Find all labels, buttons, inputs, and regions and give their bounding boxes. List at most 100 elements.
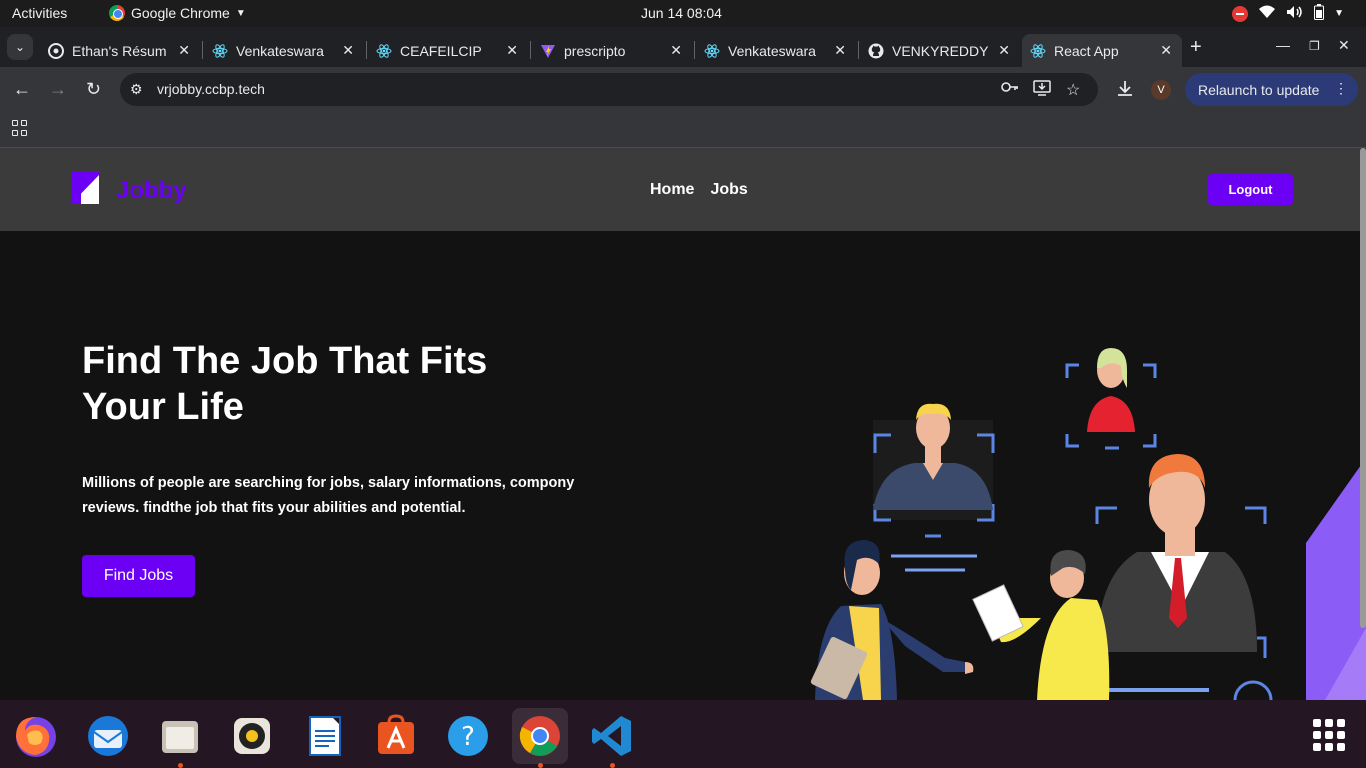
profile-avatar[interactable]: V bbox=[1151, 80, 1171, 100]
logout-button[interactable]: Logout bbox=[1208, 174, 1293, 205]
files-icon bbox=[162, 721, 198, 753]
rhythmbox-launcher[interactable] bbox=[224, 708, 280, 764]
clock[interactable]: Jun 14 08:04 bbox=[641, 5, 722, 21]
writer-launcher[interactable] bbox=[296, 708, 352, 764]
reload-icon[interactable]: ↻ bbox=[86, 79, 101, 100]
vscode-icon bbox=[592, 716, 631, 756]
site-settings-icon[interactable]: ⚙ bbox=[130, 81, 143, 98]
chrome-launcher[interactable] bbox=[512, 708, 568, 768]
tab-title: React App bbox=[1054, 42, 1119, 59]
forward-arrow-icon[interactable]: → bbox=[49, 79, 67, 100]
show-apps-grid-icon[interactable] bbox=[1313, 719, 1345, 751]
tab-title: Ethan's Résum bbox=[72, 42, 167, 59]
site-navbar: Jobby Home Jobs Logout bbox=[0, 148, 1366, 231]
help-icon: ? bbox=[448, 716, 488, 756]
tab-7-active[interactable]: React App ✕ bbox=[1022, 34, 1182, 67]
running-indicator bbox=[610, 763, 615, 768]
url-text[interactable]: vrjobby.ccbp.tech bbox=[157, 81, 265, 97]
react-icon bbox=[704, 43, 720, 59]
close-icon[interactable]: ✕ bbox=[342, 42, 354, 59]
tab-search-button[interactable]: ⌄ bbox=[7, 34, 33, 60]
address-bar[interactable]: ⚙ vrjobby.ccbp.tech ☆ bbox=[120, 73, 1098, 106]
tab-divider bbox=[858, 41, 859, 59]
relaunch-to-update-button[interactable]: Relaunch to update ⋮ bbox=[1185, 73, 1358, 106]
app-menu[interactable]: Google Chrome ▼ bbox=[109, 5, 246, 21]
tab-3[interactable]: CEAFEILCIP ✕ bbox=[368, 34, 528, 67]
tab-title: VENKYREDDY bbox=[892, 42, 989, 59]
install-app-icon[interactable] bbox=[1033, 80, 1051, 100]
maximize-icon[interactable]: ❐ bbox=[1309, 39, 1320, 53]
dock: ? bbox=[0, 700, 1366, 768]
github-icon bbox=[868, 43, 884, 59]
tab-title: Venkateswara bbox=[728, 42, 816, 59]
page-scrollbar[interactable] bbox=[1360, 148, 1366, 628]
tab-title: CEAFEILCIP bbox=[400, 42, 482, 59]
system-tray[interactable]: ▼ bbox=[1232, 4, 1344, 23]
jobby-logo-icon[interactable] bbox=[69, 171, 99, 204]
activities-button[interactable]: Activities bbox=[12, 5, 67, 21]
vscode-launcher[interactable] bbox=[584, 708, 640, 768]
find-jobs-button[interactable]: Find Jobs bbox=[82, 555, 195, 597]
candidate-card-1 bbox=[873, 403, 995, 572]
caret-down-icon: ▼ bbox=[235, 7, 246, 19]
chrome-small-icon bbox=[109, 5, 125, 21]
tab-divider bbox=[202, 41, 203, 59]
chevron-down-icon: ⌄ bbox=[14, 40, 26, 54]
react-icon bbox=[376, 43, 392, 59]
vite-icon bbox=[540, 43, 556, 59]
react-icon bbox=[212, 43, 228, 59]
system-top-bar: Activities Google Chrome ▼ Jun 14 08:04 … bbox=[0, 0, 1366, 27]
candidate-card-2 bbox=[1065, 348, 1157, 450]
app-center-launcher[interactable] bbox=[368, 708, 424, 764]
nav-jobs-link[interactable]: Jobs bbox=[710, 181, 747, 199]
close-icon[interactable]: ✕ bbox=[670, 42, 682, 59]
thunderbird-icon bbox=[88, 716, 128, 756]
presenter-figure bbox=[810, 540, 974, 700]
app-menu-label: Google Chrome bbox=[131, 5, 230, 21]
close-icon[interactable]: ✕ bbox=[506, 42, 518, 59]
tab-4[interactable]: prescripto ✕ bbox=[532, 34, 692, 67]
volume-icon bbox=[1286, 5, 1304, 22]
thunderbird-launcher[interactable] bbox=[80, 708, 136, 764]
reviewer-figure bbox=[972, 550, 1110, 700]
tab-2[interactable]: Venkateswara ✕ bbox=[204, 34, 364, 67]
hero-description: Millions of people are searching for job… bbox=[82, 475, 575, 516]
bookmark-star-icon[interactable]: ☆ bbox=[1066, 80, 1080, 100]
tab-divider bbox=[366, 41, 367, 59]
tab-5[interactable]: Venkateswara ✕ bbox=[696, 34, 856, 67]
close-icon[interactable]: ✕ bbox=[1160, 42, 1172, 59]
writer-icon bbox=[309, 716, 341, 756]
tab-title: Venkateswara bbox=[236, 42, 324, 59]
relaunch-label: Relaunch to update bbox=[1198, 81, 1320, 98]
tab-6[interactable]: VENKYREDDY ✕ bbox=[860, 34, 1020, 67]
browser-toolbar: ← → ↻ ⚙ vrjobby.ccbp.tech ☆ V Relaunch t… bbox=[0, 67, 1366, 112]
web-page: Jobby Home Jobs Logout Find The Job That… bbox=[0, 148, 1366, 700]
close-icon[interactable]: ✕ bbox=[998, 42, 1010, 59]
tab-1[interactable]: Ethan's Résum ✕ bbox=[40, 34, 200, 67]
firefox-launcher[interactable] bbox=[8, 708, 64, 764]
more-menu-icon[interactable]: ⋮ bbox=[1334, 80, 1348, 97]
running-indicator bbox=[538, 763, 543, 768]
help-launcher[interactable]: ? bbox=[440, 708, 496, 764]
minimize-icon[interactable]: — bbox=[1276, 37, 1290, 53]
react-icon bbox=[1030, 43, 1046, 59]
back-arrow-icon[interactable]: ← bbox=[13, 79, 31, 100]
new-tab-button[interactable]: + bbox=[1190, 36, 1202, 59]
close-window-icon[interactable]: ✕ bbox=[1338, 37, 1350, 54]
close-icon[interactable]: ✕ bbox=[178, 42, 190, 59]
tab-divider bbox=[694, 41, 695, 59]
close-icon[interactable]: ✕ bbox=[834, 42, 846, 59]
download-icon[interactable] bbox=[1116, 79, 1134, 102]
chrome-icon bbox=[519, 716, 560, 756]
password-key-icon[interactable] bbox=[1001, 80, 1019, 98]
hero-title: Find The Job That Fits Your Life bbox=[82, 340, 488, 428]
files-launcher[interactable] bbox=[152, 708, 208, 768]
brand-name[interactable]: Jobby bbox=[116, 177, 187, 205]
svg-text:?: ? bbox=[461, 722, 475, 752]
nav-links: Home Jobs bbox=[650, 181, 748, 199]
nav-home-link[interactable]: Home bbox=[650, 181, 694, 199]
do-not-disturb-icon bbox=[1232, 5, 1249, 22]
app-center-icon bbox=[378, 714, 414, 754]
bookmarks-bar bbox=[0, 112, 1366, 148]
apps-grid-icon[interactable] bbox=[12, 120, 28, 136]
